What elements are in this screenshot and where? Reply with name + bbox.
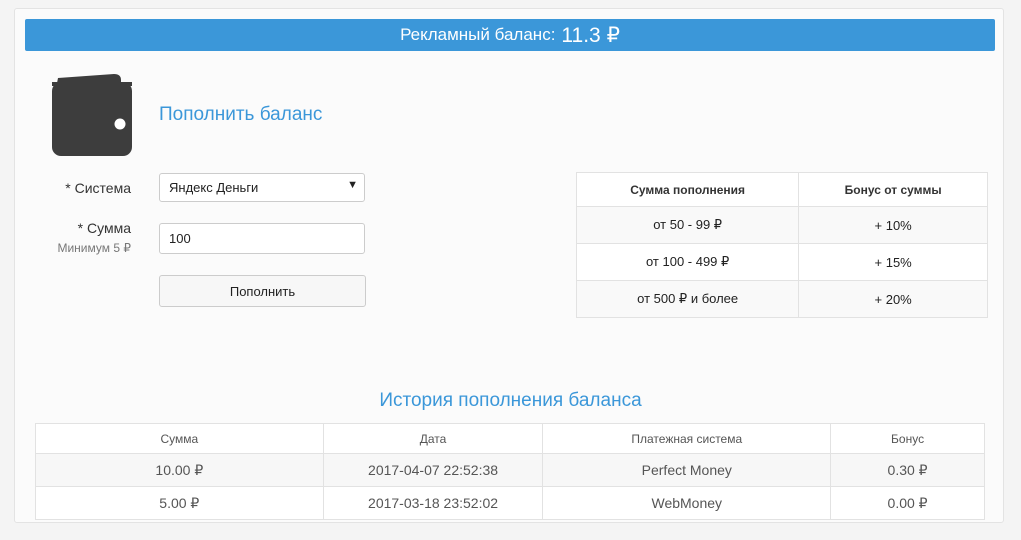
history-amount: 5.00 ₽: [35, 486, 324, 520]
amount-minimum-hint: Минимум 5 ₽: [57, 241, 131, 255]
bonus-percent: + 10%: [798, 206, 988, 244]
history-system: Perfect Money: [542, 453, 832, 487]
bonus-table-header: Сумма пополнения Бонус от суммы: [575, 172, 988, 207]
balance-label: Рекламный баланс:: [400, 25, 556, 44]
history-header-system: Платежная система: [542, 423, 832, 454]
table-row: 5.00 ₽ 2017-03-18 23:52:02 WebMoney 0.00…: [35, 486, 985, 520]
history-bonus: 0.30 ₽: [830, 453, 985, 487]
table-row: от 100 - 499 ₽ + 15%: [575, 243, 988, 281]
history-header-amount: Сумма: [35, 423, 324, 454]
history-title: История пополнения баланса: [379, 390, 642, 411]
payment-system-select[interactable]: Яндекс Деньги ▼: [159, 173, 365, 202]
bonus-percent: + 20%: [798, 280, 988, 318]
history-bonus: 0.00 ₽: [830, 486, 985, 520]
bonus-range: от 100 - 499 ₽: [575, 243, 800, 281]
history-header-bonus: Бонус: [830, 423, 985, 454]
history-table: Сумма Дата Платежная система Бонус 10.00…: [35, 423, 985, 520]
bonus-header-bonus: Бонус от суммы: [798, 172, 988, 207]
history-header-date: Дата: [322, 423, 544, 454]
ad-balance-bar: Рекламный баланс: 11.3 ₽: [25, 19, 995, 51]
bonus-percent: + 15%: [798, 243, 988, 281]
bonus-header-amount: Сумма пополнения: [575, 172, 800, 207]
wallet-icon: [52, 74, 132, 156]
history-amount: 10.00 ₽: [35, 453, 324, 487]
history-date: 2017-03-18 23:52:02: [322, 486, 544, 520]
amount-input[interactable]: [159, 223, 365, 254]
system-label: * Система: [65, 180, 131, 196]
history-table-header: Сумма Дата Платежная система Бонус: [35, 423, 985, 454]
topup-title: Пополнить баланс: [159, 104, 323, 125]
table-row: от 50 - 99 ₽ + 10%: [575, 206, 988, 244]
bonus-range: от 500 ₽ и более: [575, 280, 800, 318]
bonus-range: от 50 - 99 ₽: [575, 206, 800, 244]
balance-amount: 11.3 ₽: [561, 23, 620, 47]
amount-label: * Сумма: [77, 220, 131, 236]
history-system: WebMoney: [542, 486, 832, 520]
bonus-table: Сумма пополнения Бонус от суммы от 50 - …: [575, 172, 988, 318]
topup-button[interactable]: Пополнить: [159, 275, 366, 307]
table-row: 10.00 ₽ 2017-04-07 22:52:38 Perfect Mone…: [35, 453, 985, 487]
history-date: 2017-04-07 22:52:38: [322, 453, 544, 487]
dropdown-arrow-icon: ▼: [347, 179, 358, 191]
payment-system-value: Яндекс Деньги: [169, 180, 259, 195]
table-row: от 500 ₽ и более + 20%: [575, 280, 988, 318]
